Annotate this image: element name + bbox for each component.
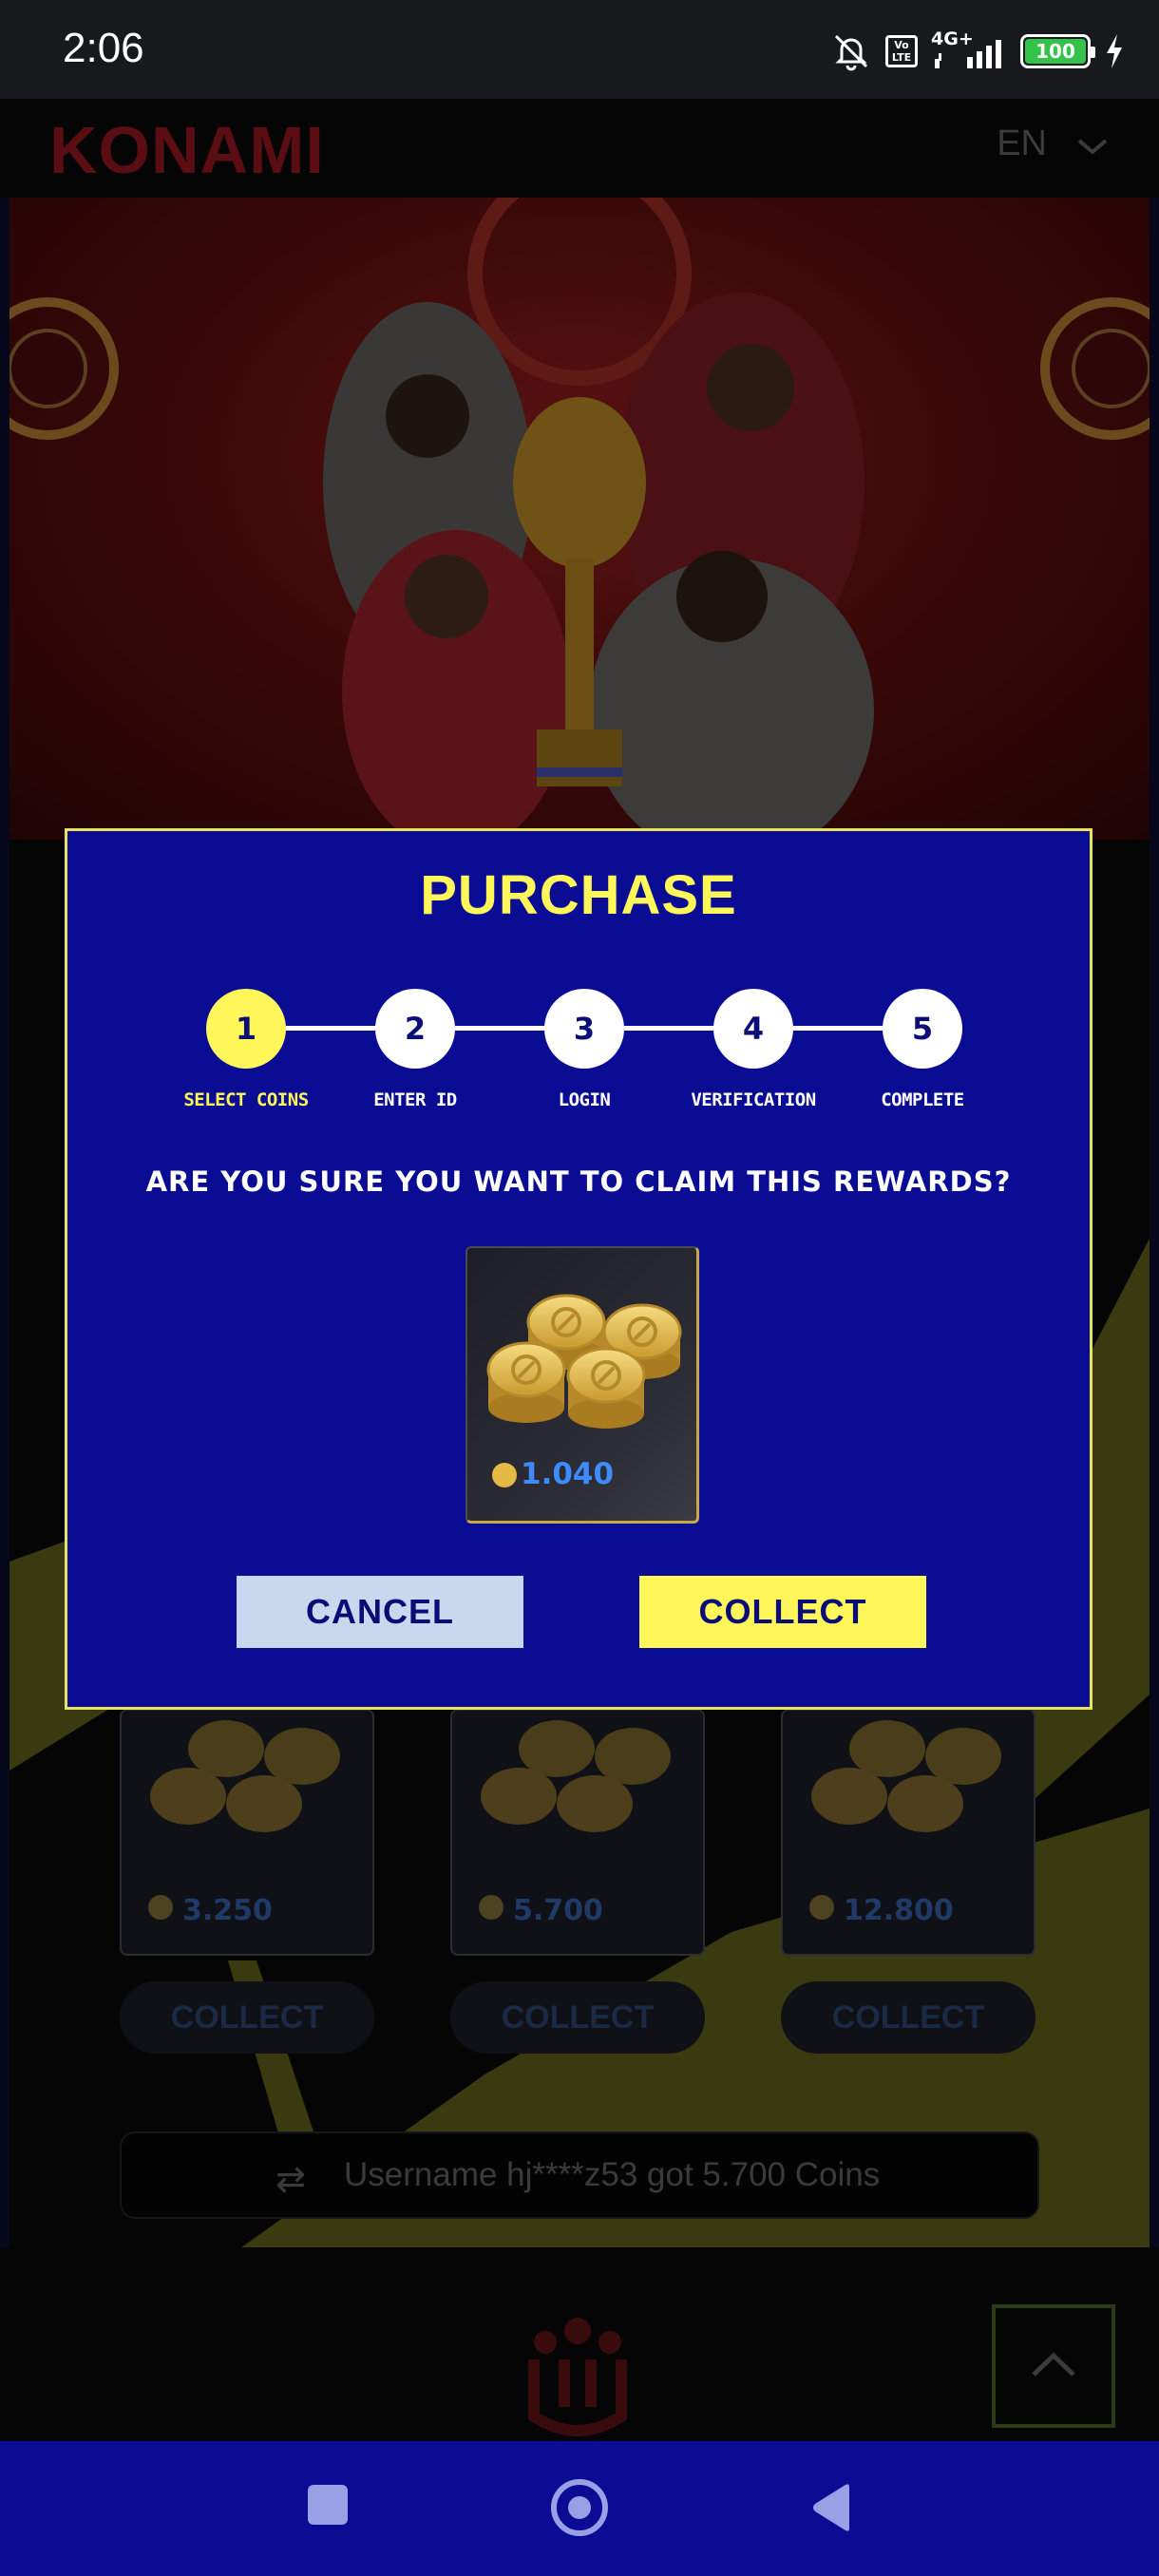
- package-collect-button[interactable]: COLLECT: [781, 1981, 1036, 2054]
- purchase-modal: PURCHASE 1 2 3 4 5 SELECT COINS ENTER ID…: [65, 828, 1092, 1710]
- system-nav-bar: [0, 2441, 1159, 2576]
- step-connector: [624, 1026, 715, 1031]
- step-connector: [455, 1026, 546, 1031]
- scroll-to-top-button[interactable]: [992, 2304, 1115, 2428]
- home-icon: [568, 2496, 591, 2519]
- step-4-circle: 4: [713, 989, 793, 1069]
- cancel-button[interactable]: CANCEL: [237, 1576, 523, 1648]
- footer-logo-icon: [528, 2318, 627, 2436]
- package-amount: 12.800: [844, 1894, 954, 1927]
- purchase-steps: 1 2 3 4 5 SELECT COINS ENTER ID LOGIN VE…: [67, 831, 1090, 1116]
- language-selector[interactable]: EN: [997, 123, 1047, 164]
- coins-stack-icon: [811, 1720, 1001, 1832]
- home-button[interactable]: [551, 2479, 608, 2536]
- package-card: 12.800: [781, 1709, 1036, 1956]
- collect-button[interactable]: COLLECT: [639, 1576, 926, 1648]
- package-card: 5.700: [450, 1709, 705, 1956]
- coins-stack-icon: [481, 1720, 671, 1832]
- step-3-circle: 3: [544, 989, 624, 1069]
- package-collect-button[interactable]: COLLECT: [450, 1981, 705, 2054]
- step-4-label: VERIFICATION: [691, 1089, 816, 1110]
- volte-icon: Vo LTE: [885, 35, 918, 67]
- battery-icon: 100: [1020, 34, 1095, 68]
- battery-level: 100: [1025, 39, 1086, 64]
- step-connector: [793, 1026, 884, 1031]
- package-amount: 3.250: [182, 1894, 273, 1927]
- chevron-up-icon: [1032, 2352, 1075, 2377]
- status-bar: 2:06 Vo LTE 4G+ 100: [0, 0, 1159, 99]
- coins-stack-icon: [486, 1294, 682, 1429]
- reward-amount: 1.040: [521, 1457, 615, 1491]
- reward-card: 1.040: [466, 1246, 699, 1524]
- swap-arrows-icon: ⇄: [276, 2158, 306, 2200]
- status-icons: Vo LTE 4G+ 100: [830, 28, 1125, 74]
- step-2-label: ENTER ID: [373, 1089, 457, 1110]
- step-5-circle: 5: [883, 989, 962, 1069]
- chevron-down-icon[interactable]: [1074, 127, 1112, 165]
- ticker-message: Username hj****z53 got 5.700 Coins: [344, 2156, 881, 2193]
- recents-button[interactable]: [308, 2485, 348, 2525]
- back-button[interactable]: [809, 2483, 853, 2532]
- step-2-circle: 2: [375, 989, 455, 1069]
- hero-banner: [10, 198, 1150, 840]
- signal-icon: 4G+: [931, 28, 1007, 72]
- charging-icon: [1107, 34, 1122, 68]
- mute-bell-icon: [834, 34, 868, 71]
- confirm-question: ARE YOU SURE YOU WANT TO CLAIM THIS REWA…: [145, 1165, 1012, 1198]
- step-5-label: COMPLETE: [881, 1089, 964, 1110]
- step-3-label: LOGIN: [558, 1089, 611, 1110]
- activity-ticker: ⇄ Username hj****z53 got 5.700 Coins: [120, 2131, 1039, 2219]
- package-amount: 5.700: [513, 1894, 603, 1927]
- coins-stack-icon: [150, 1720, 340, 1832]
- konami-logo: KONAMI: [49, 113, 325, 187]
- site-header: KONAMI EN: [0, 99, 1159, 198]
- coin-icon: [492, 1463, 517, 1487]
- package-card: 3.250: [120, 1709, 374, 1956]
- step-1-label: SELECT COINS: [183, 1089, 309, 1110]
- hero-players-trophy-image: [10, 198, 1150, 840]
- status-time: 2:06: [63, 25, 144, 71]
- step-connector: [286, 1026, 377, 1031]
- package-collect-button[interactable]: COLLECT: [120, 1981, 374, 2054]
- step-1-circle: 1: [206, 989, 286, 1069]
